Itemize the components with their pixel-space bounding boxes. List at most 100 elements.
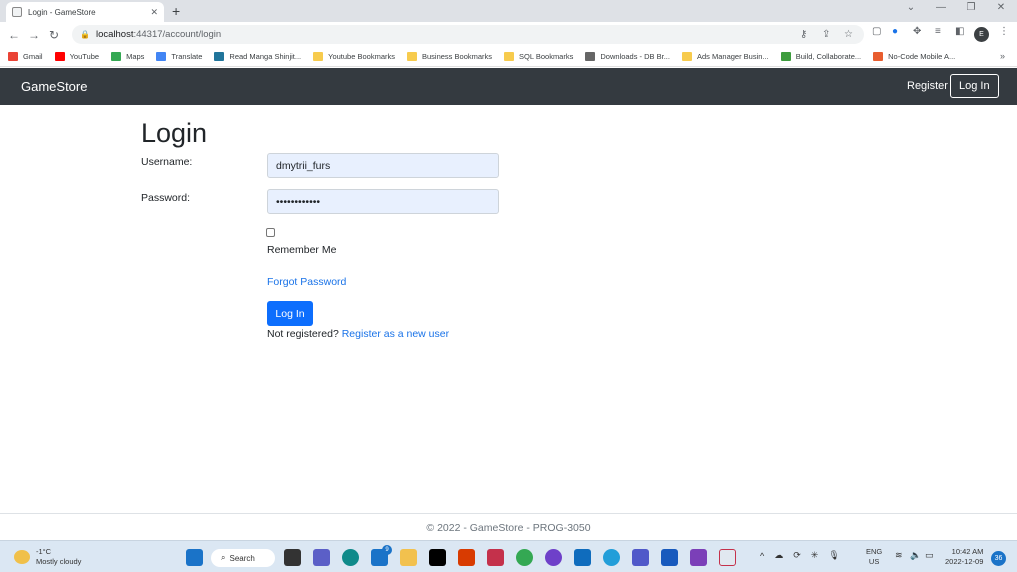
taskbar-search[interactable]: ⌕ Search [211,549,275,567]
extension-blue-icon[interactable]: ● [892,26,898,37]
notification-badge[interactable]: 36 [991,551,1006,566]
bookmark-label: No-Code Mobile A... [888,52,956,61]
bookmark-label: Maps [126,52,145,61]
bookmark-item[interactable]: No-Code Mobile A... [873,52,955,61]
bookmarks-bar: Gmail YouTube Maps Translate Read Manga Shin… [0,47,1017,67]
bookmark-item[interactable]: Translate [156,52,202,61]
slack-icon[interactable]: ✳ [811,550,819,561]
puzzle-icon[interactable]: ✥ [913,26,921,37]
close-tab-icon[interactable]: ✕ [150,7,158,18]
github-icon[interactable] [545,549,562,566]
bookmark-label: Gmail [23,52,43,61]
menu-icon[interactable]: ⋮ [999,26,1009,37]
bookmark-item[interactable]: Business Bookmarks [407,52,492,61]
browser-tab-bar: Login - GameStore ✕ + ⌄ — ❐ ✕ [0,0,1017,22]
bookmark-item[interactable]: Build, Collaborate... [780,52,862,61]
clock-time: 10:42 AM [951,547,984,556]
taskbar: -1°C Mostly cloudy ⌕ Search 9 ^ ☁ ⟳ ✳ 🎙 … [0,540,1017,572]
nav-login-button[interactable]: Log In [950,74,999,98]
profile-avatar[interactable]: E [974,27,989,42]
remember-me-checkbox[interactable] [266,228,275,237]
telegram-icon[interactable] [603,549,620,566]
language-indicator[interactable]: ENG US [866,547,882,567]
sync-icon[interactable]: ⟳ [793,550,801,561]
weather-temp: -1°C [36,547,52,556]
bookmark-label: Youtube Bookmarks [328,52,395,61]
more-bookmarks-icon[interactable]: » [1000,51,1005,61]
reload-icon[interactable]: ↻ [44,28,64,42]
bookmark-item[interactable]: Ads Manager Busin... [681,52,769,61]
netflix-icon[interactable] [429,549,446,566]
bookmark-item[interactable]: SQL Bookmarks [504,52,573,61]
search-label: Search [229,553,255,563]
new-tab-button[interactable]: + [172,3,180,19]
outlook-icon[interactable] [574,549,591,566]
share-icon[interactable]: ⇪ [822,29,830,40]
bookmark-item[interactable]: Read Manga Shinjit... [214,52,301,61]
tab-title: Login - GameStore [28,7,96,17]
bookmark-label: Ads Manager Busin... [696,52,769,61]
cloud-icon[interactable]: ☁ [774,550,783,561]
bookmark-star-icon[interactable]: ☆ [844,29,853,40]
volume-icon[interactable]: 🔈 [910,550,921,561]
edge-icon[interactable] [342,549,359,566]
not-registered-text: Not registered? [267,328,342,340]
weather-icon [14,550,30,564]
address-bar[interactable]: 🔒 localhost:44317/account/login ⚷ ⇪ ☆ [72,25,864,44]
task-view-icon[interactable] [284,549,301,566]
app-icon[interactable] [487,549,504,566]
tab-search-icon[interactable]: ⌄ [902,2,920,13]
close-window-button[interactable]: ✕ [992,2,1010,13]
reading-list-icon[interactable]: ≡ [935,26,941,37]
bookmark-item[interactable]: Maps [111,52,144,61]
nav-register-link[interactable]: Register [907,80,948,92]
bookmark-item[interactable]: Youtube Bookmarks [313,52,395,61]
bookmark-icon [8,52,18,61]
url-host: localhost [95,29,134,40]
password-field[interactable] [267,189,499,214]
chevron-up-icon[interactable]: ^ [760,551,764,561]
lang-code: ENG [866,547,883,556]
username-field[interactable] [267,153,499,178]
wifi-icon[interactable]: ≋ [895,550,903,561]
weather-widget[interactable]: -1°C Mostly cloudy [14,547,81,567]
bookmark-label: Translate [171,52,203,61]
battery-icon[interactable]: ▭ [925,550,934,561]
visual-studio-icon[interactable] [690,549,707,566]
clock[interactable]: 10:42 AM 2022-12-09 [945,547,983,567]
teams-icon[interactable] [632,549,649,566]
file-explorer-icon[interactable] [400,549,417,566]
start-icon[interactable] [186,549,203,566]
bookmark-icon [156,52,167,61]
bookmark-icon [54,52,65,61]
bookmark-item[interactable]: Gmail [8,52,43,61]
page-title: Login [141,118,208,148]
extension-icon[interactable]: ▢ [872,26,881,37]
forgot-password-link[interactable]: Forgot Password [267,276,346,288]
chat-icon[interactable] [313,549,330,566]
browser-tab[interactable]: Login - GameStore ✕ [6,2,164,22]
bookmark-item[interactable]: Downloads - DB Br... [585,52,670,61]
bookmark-item[interactable]: YouTube [54,52,99,61]
browser-toolbar: ← → ↻ 🔒 localhost:44317/account/login ⚷ … [0,22,1017,47]
forward-arrow-icon[interactable]: → [24,28,44,42]
bookmark-label: Build, Collaborate... [795,52,862,61]
side-panel-icon[interactable]: ◧ [955,26,964,37]
word-icon[interactable] [661,549,678,566]
brand-link[interactable]: GameStore [21,79,87,94]
bookmark-icon [585,52,596,61]
minimize-button[interactable]: — [932,2,950,13]
bookmark-icon [780,52,791,61]
login-button[interactable]: Log In [267,301,313,326]
chrome-icon[interactable] [516,549,533,566]
key-icon[interactable]: ⚷ [800,29,807,40]
restore-button[interactable]: ❐ [962,2,980,13]
search-icon: ⌕ [221,553,226,562]
bookmark-label: Read Manga Shinjit... [229,52,302,61]
register-link[interactable]: Register as a new user [342,328,449,340]
snipping-tool-icon[interactable] [719,549,736,566]
back-arrow-icon[interactable]: ← [4,28,24,42]
office-icon[interactable] [458,549,475,566]
microphone-icon[interactable]: 🎙 [828,550,839,561]
bookmark-label: Business Bookmarks [422,52,493,61]
